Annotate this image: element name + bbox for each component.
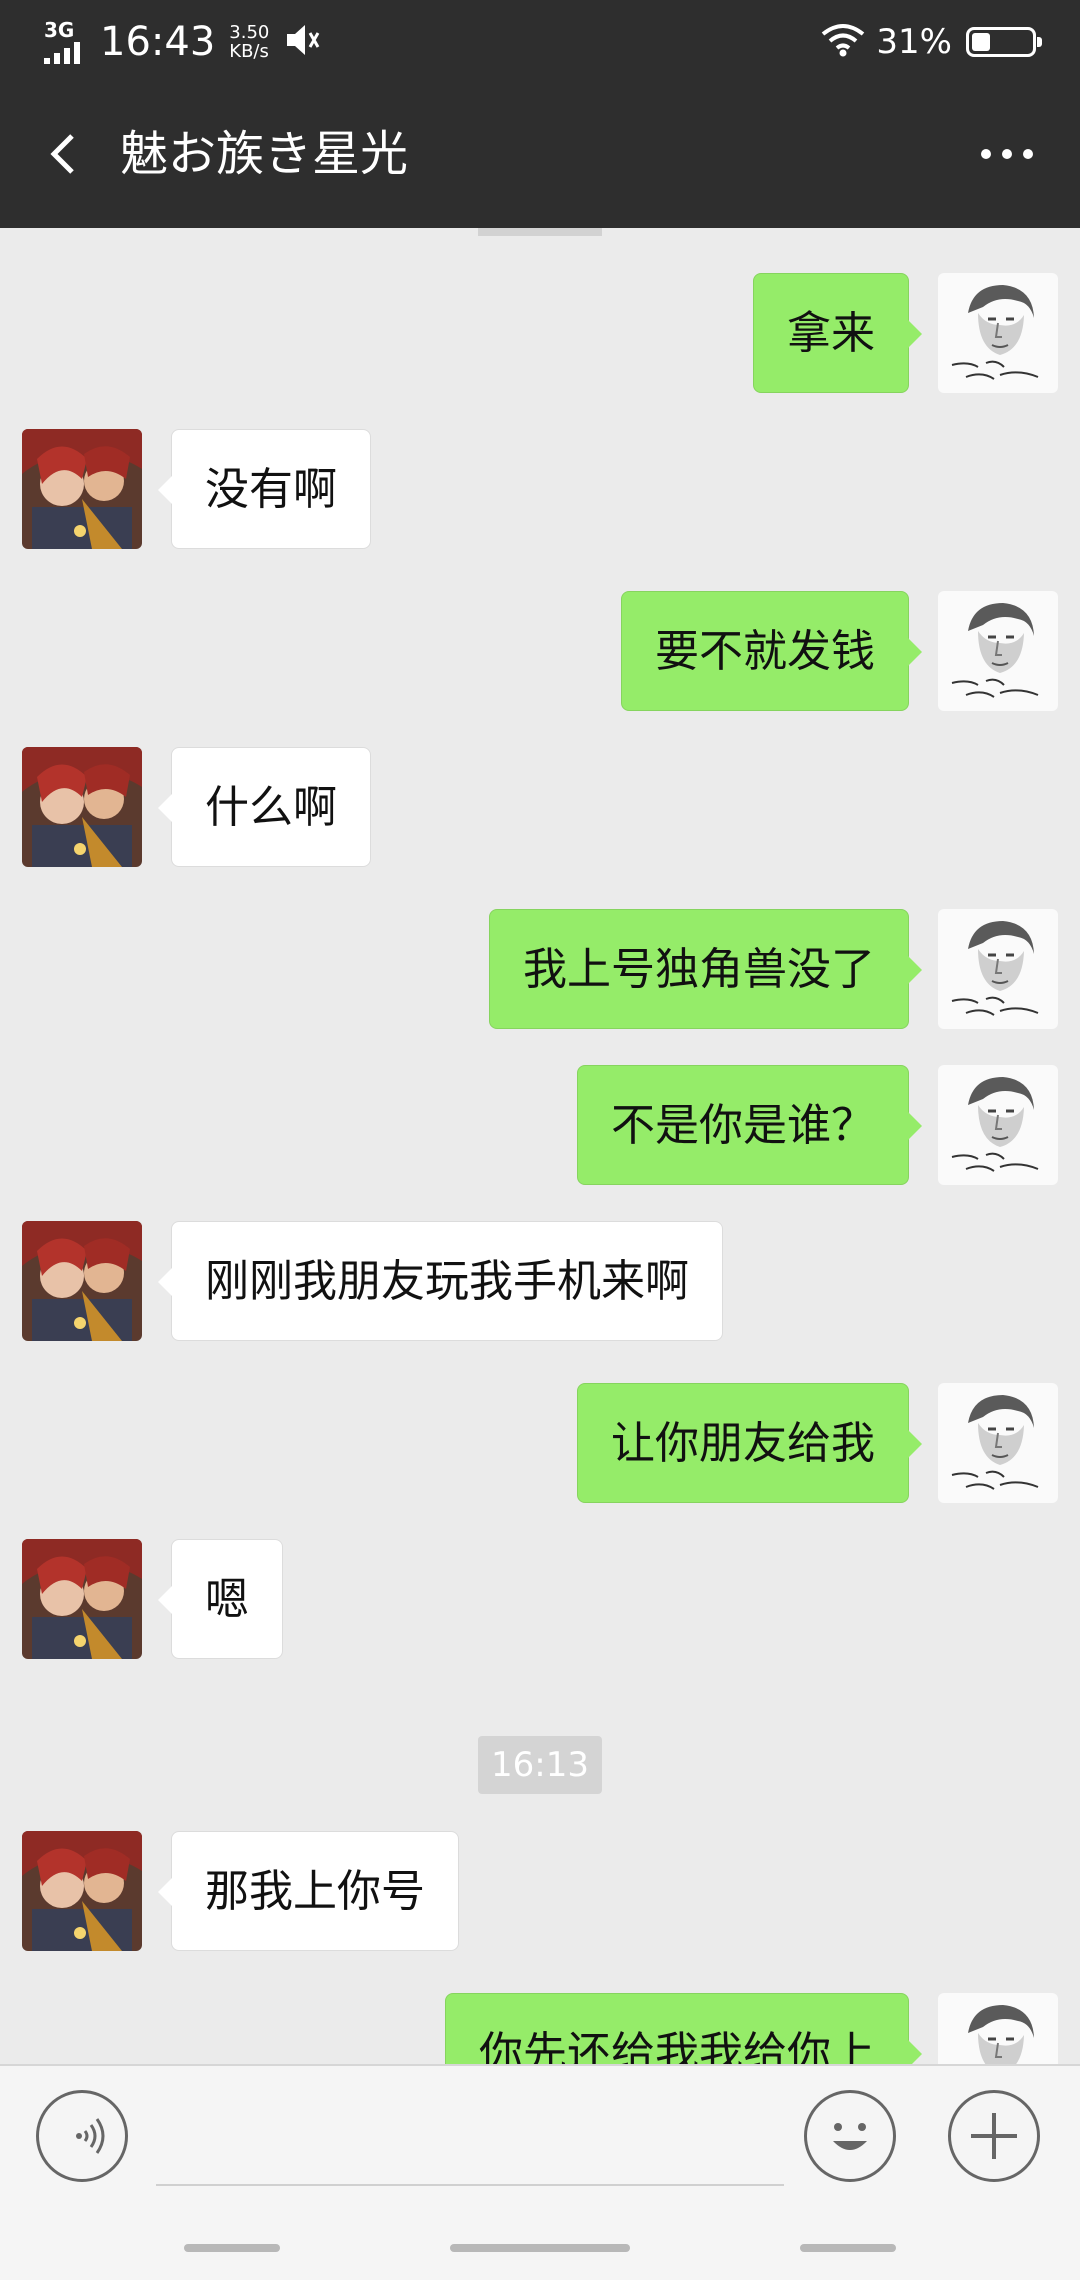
contact-avatar[interactable] [22,1831,142,1951]
chevron-left-icon [50,134,74,174]
message-bubble[interactable]: 拿来 [753,273,922,393]
more-functions-button[interactable] [948,2090,1040,2182]
wifi-icon [820,22,866,62]
my-avatar[interactable] [938,591,1058,711]
chat-header: 魅お族き星光 [0,80,1080,228]
message-list-fade [478,228,602,236]
speed-value: 3.50 [229,22,270,43]
back-button[interactable] [28,114,98,194]
voice-button[interactable] [36,2090,128,2182]
nav-home-gesture[interactable] [450,2244,630,2252]
status-bar: 3G 16:43 3.50 KB/s 31% [0,0,1080,80]
nav-back-gesture[interactable] [184,2244,280,2252]
message-bubble[interactable]: 让你朋友给我 [577,1383,922,1503]
message-bubble[interactable]: 嗯 [158,1539,283,1659]
contact-avatar[interactable] [22,1539,142,1659]
plus-icon [971,2113,1017,2159]
message-bubble[interactable]: 那我上你号 [158,1831,459,1951]
network-speed: 3.50 KB/s [229,23,269,61]
message-bubble[interactable]: 不是你是谁？ [577,1065,922,1185]
message-bubble[interactable]: 我上号独角兽没了 [489,909,922,1029]
message-bubble[interactable]: 没有啊 [158,429,371,549]
input-bar [0,2064,1080,2280]
contact-avatar[interactable] [22,747,142,867]
battery-icon [966,27,1042,57]
my-avatar[interactable] [938,1993,1058,2064]
contact-avatar[interactable] [22,1221,142,1341]
my-avatar[interactable] [938,273,1058,393]
nav-recents-gesture[interactable] [800,2244,896,2252]
message-bubble[interactable]: 要不就发钱 [621,591,922,711]
emoji-icon [833,2123,867,2150]
time-divider: 16:13 [478,1736,602,1794]
speed-unit: KB/s [229,41,269,62]
mute-icon [281,20,321,64]
message-bubble[interactable]: 什么啊 [158,747,371,867]
signal-icon: 3G [44,20,90,64]
message-input[interactable] [156,2102,784,2186]
emoji-button[interactable] [804,2090,896,2182]
network-type: 3G [44,18,75,42]
contact-avatar[interactable] [22,429,142,549]
message-bubble[interactable]: 你先还给我我给你上 [445,1993,922,2064]
more-button[interactable] [962,124,1052,184]
my-avatar[interactable] [938,909,1058,1029]
message-bubble[interactable]: 刚刚我朋友玩我手机来啊 [158,1221,723,1341]
chat-title: 魅お族き星光 [120,126,409,182]
battery-percent: 31% [876,22,952,62]
clock: 16:43 [100,19,216,65]
more-dots-icon [981,149,1033,159]
message-list[interactable]: 拿来 没有啊 要不就发钱 什么啊 我上号独角兽没了 不是你是谁？ 刚刚我朋友玩我… [0,228,1080,2064]
my-avatar[interactable] [938,1065,1058,1185]
voice-icon [76,2118,105,2154]
my-avatar[interactable] [938,1383,1058,1503]
